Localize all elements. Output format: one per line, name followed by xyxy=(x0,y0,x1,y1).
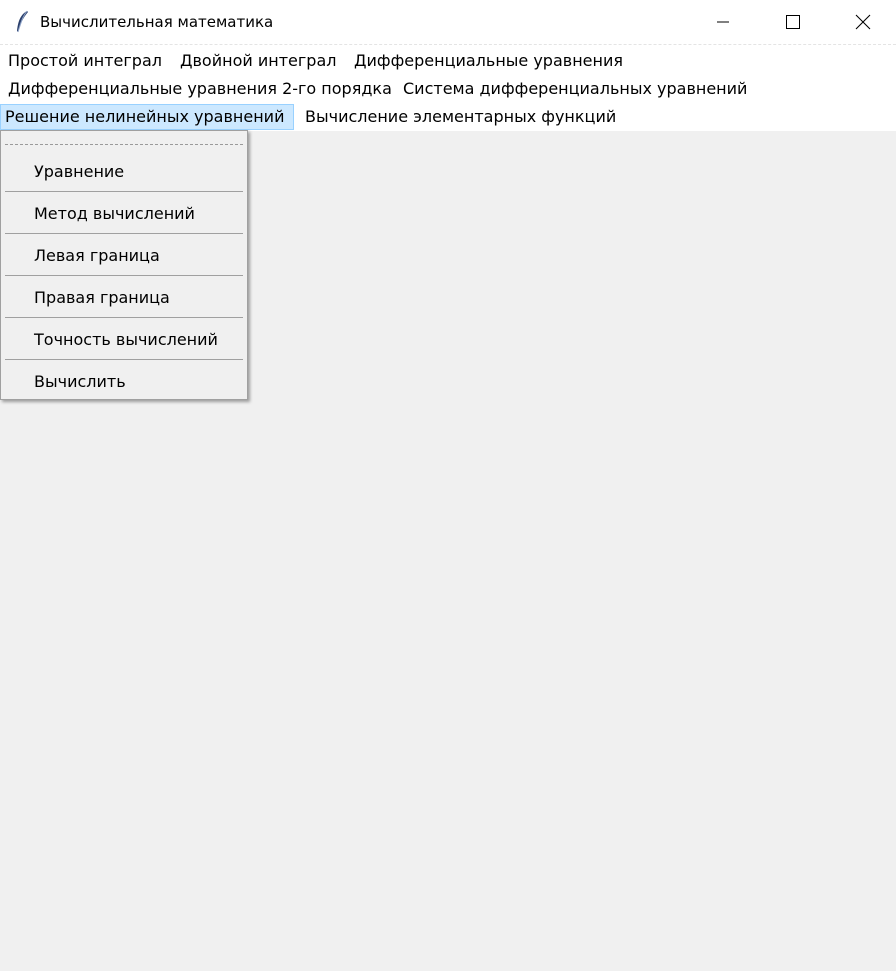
menu-bar: Простой интеграл Двойной интеграл Диффер… xyxy=(0,44,896,131)
dropdown-item-precision[interactable]: Точность вычислений xyxy=(1,320,247,360)
menu-second-order-equations[interactable]: Дифференциальные уравнения 2-го порядка xyxy=(4,76,396,102)
menu-system-of-equations[interactable]: Система дифференциальных уравнений xyxy=(399,76,751,102)
dropdown-item-method[interactable]: Метод вычислений xyxy=(1,194,247,234)
dropdown-item-left-bound[interactable]: Левая граница xyxy=(1,236,247,276)
dropdown-item-calculate[interactable]: Вычислить xyxy=(1,362,247,402)
app-window: Вычислительная математика Простой интегр… xyxy=(0,0,896,971)
menu-differential-equations[interactable]: Дифференциальные уравнения xyxy=(350,48,627,74)
separator xyxy=(5,359,243,360)
nonlinear-equations-dropdown: Уравнение Метод вычислений Левая граница… xyxy=(0,130,248,400)
separator xyxy=(5,317,243,318)
close-button[interactable] xyxy=(828,0,896,44)
separator xyxy=(5,191,243,192)
dropdown-item-right-bound[interactable]: Правая граница xyxy=(1,278,247,318)
menu-simple-integral[interactable]: Простой интеграл xyxy=(4,48,166,74)
minimize-button[interactable] xyxy=(688,0,758,44)
maximize-button[interactable] xyxy=(758,0,828,44)
menu-elementary-functions[interactable]: Вычисление элементарных функций xyxy=(301,104,620,130)
dropdown-item-equation[interactable]: Уравнение xyxy=(1,152,247,192)
menu-double-integral[interactable]: Двойной интеграл xyxy=(176,48,340,74)
maximize-icon xyxy=(786,15,800,29)
minimize-icon xyxy=(717,16,729,28)
menu-nonlinear-equations[interactable]: Решение нелинейных уравнений xyxy=(0,104,294,130)
separator xyxy=(5,233,243,234)
separator xyxy=(5,275,243,276)
title-bar[interactable]: Вычислительная математика xyxy=(0,0,896,44)
feather-icon xyxy=(14,10,30,34)
close-icon xyxy=(855,14,871,30)
window-title: Вычислительная математика xyxy=(40,13,274,31)
tearoff-line[interactable] xyxy=(5,144,243,145)
